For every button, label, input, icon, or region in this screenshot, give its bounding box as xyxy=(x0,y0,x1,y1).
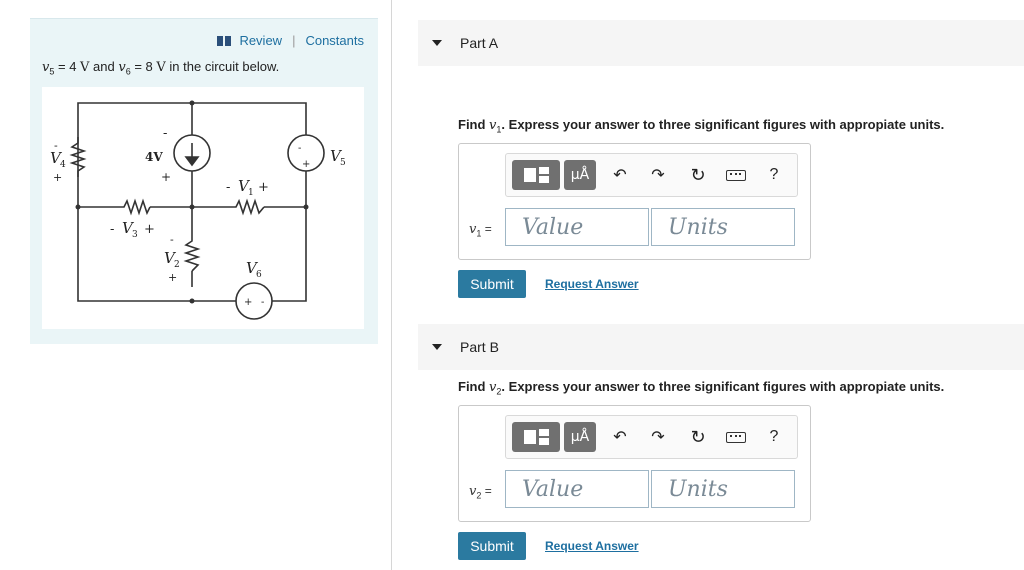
template-fraction-icon xyxy=(538,429,549,445)
intro-tail: in the circuit below. xyxy=(165,59,280,74)
source-4v-label: 4V xyxy=(145,150,163,164)
v5-plus: + xyxy=(302,159,310,170)
link-separator: | xyxy=(292,33,296,48)
minus-sign: - xyxy=(163,126,167,141)
resistor-v3 xyxy=(120,198,151,216)
v5-minus: - xyxy=(298,143,301,154)
template-block-icon xyxy=(523,430,536,444)
part-b-header[interactable]: Part B xyxy=(418,324,1024,370)
part-a-submit-button[interactable]: Submit xyxy=(458,270,526,298)
problem-statement: v5 = 4 V and v6 = 8 V in the circuit bel… xyxy=(42,59,279,77)
v6-value: = 8 xyxy=(130,59,157,74)
equals-sign: = xyxy=(481,222,492,236)
book-icon xyxy=(217,35,232,46)
v6-unit: V xyxy=(156,60,166,75)
question-prefix: Find xyxy=(458,117,490,132)
v3-subscript: 3 xyxy=(132,230,138,240)
junction-dot xyxy=(189,298,195,304)
v5-value: = 4 xyxy=(54,59,81,74)
part-a-question: Find v1. Express your answer to three si… xyxy=(458,117,944,135)
v6-subscript: 6 xyxy=(256,270,262,280)
reset-icon[interactable]: ↻ xyxy=(686,160,710,190)
units-input[interactable] xyxy=(651,470,795,508)
redo-icon[interactable]: ↷ xyxy=(646,422,670,452)
v6-minus: - xyxy=(261,297,264,308)
v3-minus: - xyxy=(110,222,114,237)
v1-minus: - xyxy=(226,180,230,195)
undo-icon[interactable]: ↶ xyxy=(608,422,632,452)
units-button[interactable]: μÅ xyxy=(564,422,596,452)
keyboard-icon[interactable] xyxy=(724,160,748,190)
part-a-answer-box: μÅ ↶ ↷ ↻ ? v1 = xyxy=(458,143,811,260)
v6-source xyxy=(235,282,273,320)
units-button[interactable]: μÅ xyxy=(564,160,596,190)
v4-minus: - xyxy=(54,139,58,152)
panel-links: Review | Constants xyxy=(217,33,364,48)
resistor-v2 xyxy=(183,237,201,272)
answer-variable-label: v1 = xyxy=(469,222,492,238)
help-icon[interactable]: ? xyxy=(762,422,786,452)
and-text: and xyxy=(89,59,119,74)
redo-icon[interactable]: ↷ xyxy=(646,160,670,190)
v5-subscript: 5 xyxy=(340,158,346,168)
templates-button[interactable] xyxy=(512,160,560,190)
resistor-v1 xyxy=(232,198,265,216)
part-b-answer-box: μÅ ↶ ↷ ↻ ? v2 = xyxy=(458,405,811,522)
math-toolbar: μÅ ↶ ↷ ↻ ? xyxy=(505,153,798,197)
part-a-request-answer-link[interactable]: Request Answer xyxy=(545,277,639,291)
units-input[interactable] xyxy=(651,208,795,246)
value-input[interactable] xyxy=(505,470,649,508)
circuit-diagram: 4V - + V 4 - + - + V 5 - V 1 + - V 3 + - xyxy=(50,100,346,320)
part-b-submit-button[interactable]: Submit xyxy=(458,532,526,560)
question-prefix: Find xyxy=(458,379,490,394)
question-suffix: . Express your answer to three significa… xyxy=(501,117,945,132)
collapse-caret-icon[interactable] xyxy=(432,344,442,350)
collapse-caret-icon[interactable] xyxy=(432,40,442,46)
current-arrow-head xyxy=(184,156,200,167)
math-toolbar: μÅ ↶ ↷ ↻ ? xyxy=(505,415,798,459)
question-suffix: . Express your answer to three significa… xyxy=(501,379,945,394)
v2-minus: - xyxy=(170,233,174,246)
v3-plus: + xyxy=(144,222,155,237)
v6-plus: + xyxy=(244,297,252,308)
review-link[interactable]: Review xyxy=(239,33,282,48)
keyboard-icon[interactable] xyxy=(724,422,748,452)
junction-dot xyxy=(75,204,81,210)
part-a-title: Part A xyxy=(460,35,499,51)
part-b-question: Find v2. Express your answer to three si… xyxy=(458,379,944,397)
problem-panel: Review | Constants v5 = 4 V and v6 = 8 V… xyxy=(30,18,378,344)
template-block-icon xyxy=(523,168,536,182)
templates-button[interactable] xyxy=(512,422,560,452)
reset-icon[interactable]: ↻ xyxy=(686,422,710,452)
equals-sign: = xyxy=(481,484,492,498)
v2-subscript: 2 xyxy=(174,260,180,270)
v4-subscript: 4 xyxy=(60,160,66,170)
answer-variable-label: v2 = xyxy=(469,484,492,500)
v2-plus: + xyxy=(168,271,177,284)
circuit-figure: 4V - + V 4 - + - + V 5 - V 1 + - V 3 + - xyxy=(42,87,364,329)
v6-symbol: v xyxy=(118,60,126,75)
resistor-v4 xyxy=(69,137,87,177)
panel-divider xyxy=(391,0,392,570)
part-b-request-answer-link[interactable]: Request Answer xyxy=(545,539,639,553)
part-a-header[interactable]: Part A xyxy=(418,20,1024,66)
junction-dot xyxy=(303,204,309,210)
page: Review | Constants v5 = 4 V and v6 = 8 V… xyxy=(0,0,1024,570)
undo-icon[interactable]: ↶ xyxy=(608,160,632,190)
v1-plus: + xyxy=(258,180,269,195)
junction-dot xyxy=(189,204,195,210)
help-icon[interactable]: ? xyxy=(762,160,786,190)
value-input[interactable] xyxy=(505,208,649,246)
v4-plus: + xyxy=(53,171,62,184)
constants-link[interactable]: Constants xyxy=(305,33,364,48)
part-b-title: Part B xyxy=(460,339,499,355)
junction-dot xyxy=(189,100,195,106)
plus-sign: + xyxy=(161,170,171,184)
v1-subscript: 1 xyxy=(248,188,254,198)
template-fraction-icon xyxy=(538,167,549,183)
